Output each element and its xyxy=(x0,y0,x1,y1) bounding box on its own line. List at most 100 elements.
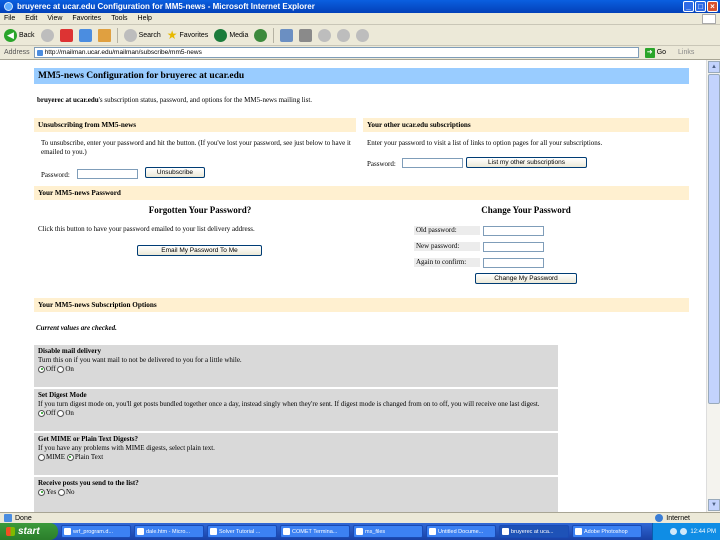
confirm-password-input[interactable] xyxy=(483,258,544,268)
close-button[interactable]: × xyxy=(707,1,718,12)
taskbar-task[interactable]: ms_files xyxy=(353,525,423,538)
scroll-thumb[interactable] xyxy=(708,74,720,404)
maximize-button[interactable]: □ xyxy=(695,1,706,12)
page-content: MM5-news Configuration for bruyerec at u… xyxy=(0,60,720,512)
other-subscriptions-text: Enter your password to visit a list of l… xyxy=(367,139,603,147)
choice-label: Plain Text xyxy=(74,453,104,461)
radio-off[interactable] xyxy=(38,365,45,373)
other-password-input[interactable] xyxy=(402,158,463,168)
unsubscribe-button[interactable]: Unsubscribe xyxy=(145,167,205,178)
search-button[interactable]: Search xyxy=(123,28,161,42)
menu-help[interactable]: Help xyxy=(138,15,152,22)
change-password-button[interactable]: Change My Password xyxy=(475,273,577,284)
system-tray: 12:44 PM xyxy=(652,523,720,540)
home-icon[interactable] xyxy=(97,28,111,42)
email-password-button[interactable]: Email My Password To Me xyxy=(137,245,262,256)
task-app-icon xyxy=(283,528,290,535)
radio-off[interactable] xyxy=(38,409,45,417)
option-choices: Off On xyxy=(38,365,554,374)
radio-on[interactable] xyxy=(57,365,65,373)
go-arrow-icon: ➜ xyxy=(644,47,655,58)
search-icon xyxy=(123,28,137,42)
clock: 12:44 PM xyxy=(690,528,716,535)
links-button[interactable]: Links xyxy=(678,49,694,56)
back-arrow-icon: ◀ xyxy=(4,28,17,42)
unsubscribe-password-input[interactable] xyxy=(77,169,138,179)
choice-label: Off xyxy=(46,365,56,373)
radio-plain-text[interactable] xyxy=(66,453,74,461)
tray-icon[interactable] xyxy=(670,528,678,535)
other-password-label: Password: xyxy=(367,160,396,168)
page-icon xyxy=(4,514,12,522)
address-input[interactable]: http://mailman.ucar.edu/mailman/subscrib… xyxy=(33,47,639,58)
back-label: Back xyxy=(19,31,35,39)
menu-favorites[interactable]: Favorites xyxy=(72,15,101,22)
forward-arrow-icon xyxy=(40,28,54,42)
radio-mime[interactable] xyxy=(38,453,45,461)
task-app-icon xyxy=(356,528,363,535)
taskbar-task[interactable]: bruyerec at uca... xyxy=(499,525,569,538)
start-button[interactable]: start xyxy=(0,523,58,540)
volume-icon[interactable] xyxy=(680,528,688,535)
option-title: Get MIME or Plain Text Digests? xyxy=(38,435,139,443)
back-button[interactable]: ◀ Back xyxy=(4,28,35,42)
scroll-down-icon[interactable]: ▼ xyxy=(708,499,720,511)
taskbar-task[interactable]: wrf_program.d... xyxy=(61,525,131,538)
task-app-icon xyxy=(64,528,71,535)
option-title: Disable mail delivery xyxy=(38,347,101,355)
refresh-icon[interactable] xyxy=(78,28,92,42)
radio-no[interactable] xyxy=(57,488,65,496)
task-app-icon xyxy=(210,528,217,535)
options-section-header: Your MM5-news Subscription Options xyxy=(34,298,689,312)
option-title: Receive posts you send to the list? xyxy=(38,479,139,487)
favorites-button[interactable]: ★ Favorites xyxy=(167,28,209,42)
taskbar: start wrf_program.d... dale.htm - Micro..… xyxy=(0,523,720,540)
task-label: wrf_program.d... xyxy=(73,528,114,535)
history-icon[interactable] xyxy=(254,28,268,42)
menu-view[interactable]: View xyxy=(47,15,62,22)
option-title: Set Digest Mode xyxy=(38,391,87,399)
unsubscribe-header: Unsubscribing from MM5-news xyxy=(34,118,356,132)
minimize-button[interactable]: _ xyxy=(683,1,694,12)
menu-tools[interactable]: Tools xyxy=(111,15,127,22)
task-list: wrf_program.d... dale.htm - Micro... Solve… xyxy=(58,525,642,538)
go-button[interactable]: ➜ Go xyxy=(644,47,666,58)
confirm-password-label: Again to confirm: xyxy=(414,258,480,267)
taskbar-task[interactable]: dale.htm - Micro... xyxy=(134,525,204,538)
other-subscriptions-header: Your other ucar.edu subscriptions xyxy=(363,118,689,132)
mail-icon[interactable] xyxy=(280,28,294,42)
page-title: MM5-news Configuration for bruyerec at u… xyxy=(34,68,689,84)
print-icon[interactable] xyxy=(299,28,313,42)
media-button[interactable]: Media xyxy=(214,28,248,42)
option-desc: If you have any problems with MIME diges… xyxy=(38,444,215,452)
media-icon xyxy=(214,28,228,42)
scroll-up-icon[interactable]: ▲ xyxy=(708,61,720,73)
task-label: Untitled Docume... xyxy=(438,528,484,535)
taskbar-task[interactable]: COMET Termina... xyxy=(280,525,350,538)
messenger-icon[interactable] xyxy=(356,28,370,42)
address-bar: Address http://mailman.ucar.edu/mailman/… xyxy=(0,46,720,60)
list-subscriptions-button[interactable]: List my other subscriptions xyxy=(466,157,587,168)
discuss-icon[interactable] xyxy=(337,28,351,42)
new-password-input[interactable] xyxy=(483,242,544,252)
choice-label: MIME xyxy=(46,453,66,461)
option-choices: MIME Plain Text xyxy=(38,453,554,462)
stop-icon[interactable] xyxy=(59,28,73,42)
task-label: Adobe Photoshop xyxy=(584,528,628,535)
intro-rest: 's subscription status, password, and op… xyxy=(98,96,313,104)
menu-file[interactable]: File xyxy=(4,15,15,22)
radio-yes[interactable] xyxy=(38,488,45,496)
edit-icon[interactable] xyxy=(318,28,332,42)
forward-button[interactable] xyxy=(40,28,54,42)
vertical-scrollbar[interactable]: ▲ ▼ xyxy=(706,60,720,512)
menu-edit[interactable]: Edit xyxy=(25,15,37,22)
ie-icon xyxy=(4,2,13,11)
windows-logo-icon xyxy=(702,14,716,24)
old-password-input[interactable] xyxy=(483,226,544,236)
taskbar-task[interactable]: Solver Tutorial ... xyxy=(207,525,277,538)
taskbar-task[interactable]: Adobe Photoshop xyxy=(572,525,642,538)
radio-on[interactable] xyxy=(57,409,65,417)
windows-flag-icon xyxy=(6,527,15,536)
choice-label: Yes xyxy=(46,488,57,496)
taskbar-task[interactable]: Untitled Docume... xyxy=(426,525,496,538)
